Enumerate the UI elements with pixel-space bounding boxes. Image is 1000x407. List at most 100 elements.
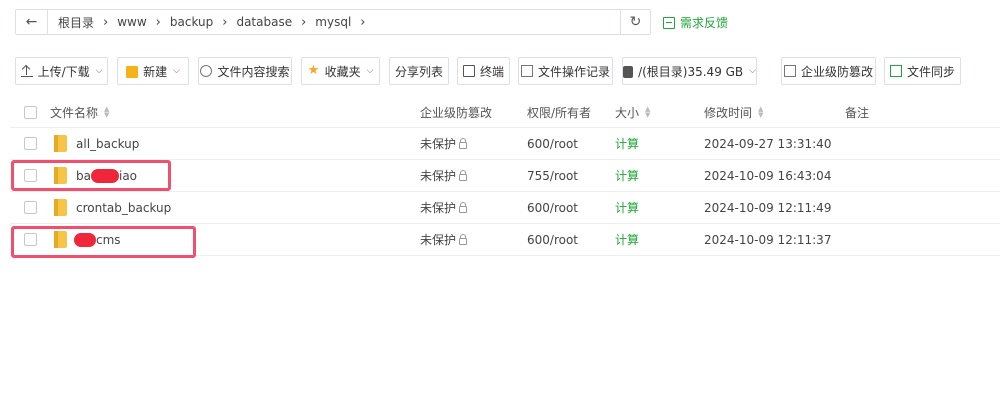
header-tamper: 企业级防篡改 — [420, 97, 492, 127]
folder-plus-icon — [126, 66, 139, 78]
size-calc-label: 计算 — [615, 169, 640, 183]
new-label: 新建 — [143, 64, 168, 79]
tamper-status[interactable]: 未保护 — [420, 224, 468, 255]
address-bar[interactable]: ← 根目录 › www › backup › database › mysql … — [15, 9, 651, 35]
chevron-down-icon: ⌵ — [749, 66, 756, 76]
breadcrumb: 根目录 › www › backup › database › mysql › — [48, 10, 620, 34]
select-all-checkbox[interactable] — [24, 97, 37, 127]
header-modified[interactable]: 修改时间 ▲ ▼ — [704, 97, 763, 127]
table-header: 文件名称 ▲ ▼ 企业级防篡改 权限/所有者 大小 ▲ ▼ 修改时间 ▲ ▼ 备注 — [10, 97, 1000, 128]
header-permission-label: 权限/所有者 — [527, 105, 592, 120]
back-arrow-icon[interactable]: ← — [16, 10, 48, 34]
header-note: 备注 — [845, 97, 869, 127]
breadcrumb-www[interactable]: www — [117, 15, 146, 29]
refresh-icon[interactable]: ↻ — [620, 10, 650, 34]
share-list-button[interactable]: 分享列表 — [389, 57, 449, 85]
terminal-button[interactable]: 终端 — [457, 57, 510, 85]
tamper-protection-button[interactable]: 企业级防篡改 — [781, 57, 876, 85]
star-icon: ★ — [307, 63, 320, 78]
breadcrumb-database[interactable]: database — [236, 15, 292, 29]
terminal-label: 终端 — [479, 64, 504, 79]
permission-label: 600/root — [527, 200, 579, 215]
size-calc-link[interactable]: 计算 — [615, 192, 639, 223]
file-sync-label: 文件同步 — [906, 64, 955, 79]
size-calc-label: 计算 — [615, 233, 640, 247]
header-size[interactable]: 大小 ▲ ▼ — [615, 97, 650, 127]
row-checkbox[interactable] — [24, 192, 37, 223]
edit-icon — [663, 16, 675, 29]
search-icon — [200, 65, 213, 77]
header-name[interactable]: 文件名称 ▲ ▼ — [50, 97, 109, 127]
highlight-box — [11, 226, 196, 258]
tamper-status[interactable]: 未保护 — [420, 160, 468, 191]
chevron-right-icon: › — [222, 14, 228, 30]
feedback-link[interactable]: 需求反馈 — [663, 14, 728, 31]
file-name-label: all_backup — [76, 136, 140, 151]
modified-time-label: 2024-10-09 16:43:04 — [704, 168, 832, 183]
file-name[interactable]: crontab_backup — [54, 192, 171, 223]
sort-icon: ▲ ▼ — [758, 105, 764, 119]
permission-label: 600/root — [527, 136, 579, 151]
tamper-status[interactable]: 未保护 — [420, 192, 468, 223]
sort-icon: ▲ ▼ — [104, 105, 110, 119]
permission[interactable]: 755/root — [527, 160, 578, 191]
upload-icon — [20, 65, 33, 77]
size-calc-link[interactable]: 计算 — [615, 160, 639, 191]
file-name[interactable]: all_backup — [54, 128, 139, 159]
header-size-label: 大小 — [615, 105, 640, 120]
breadcrumb-backup[interactable]: backup — [170, 15, 213, 29]
unlock-icon — [459, 138, 468, 149]
highlight-box — [11, 160, 171, 191]
disk-icon — [623, 66, 634, 78]
favorites-label: 收藏夹 — [324, 64, 361, 79]
size-calc-label: 计算 — [615, 137, 640, 151]
modified-time: 2024-10-09 16:43:04 — [704, 160, 831, 191]
unlock-icon — [459, 202, 468, 213]
modified-time: 2024-10-09 12:11:37 — [704, 224, 831, 255]
disk-label: /(根目录)35.49 GB — [638, 64, 744, 79]
chevron-right-icon: › — [360, 14, 366, 30]
sync-icon — [889, 65, 902, 77]
size-calc-link[interactable]: 计算 — [615, 128, 639, 159]
size-calc-link[interactable]: 计算 — [615, 224, 639, 255]
breadcrumb-root[interactable]: 根目录 — [58, 14, 94, 31]
favorites-button[interactable]: ★ 收藏夹 ⌵ — [301, 57, 380, 85]
permission-label: 600/root — [527, 232, 579, 247]
tamper-status[interactable]: 未保护 — [420, 128, 468, 159]
file-name-label: crontab_backup — [76, 200, 172, 215]
table-row[interactable]: all_backup 未保护 600/root 计算 2024-09-27 13… — [10, 128, 1000, 160]
tamper-status-label: 未保护 — [420, 169, 457, 183]
content-search-button[interactable]: 文件内容搜索 — [198, 57, 292, 85]
row-checkbox[interactable] — [24, 128, 37, 159]
permission-label: 755/root — [527, 168, 579, 183]
permission[interactable]: 600/root — [527, 224, 578, 255]
unlock-icon — [459, 234, 468, 245]
table-row[interactable]: crontab_backup 未保护 600/root 计算 2024-10-0… — [10, 192, 1000, 224]
chevron-right-icon: › — [301, 14, 307, 30]
permission[interactable]: 600/root — [527, 192, 578, 223]
sort-icon: ▲ ▼ — [645, 105, 651, 119]
operation-log-button[interactable]: 文件操作记录 — [518, 57, 613, 85]
folder-icon — [54, 199, 67, 216]
disk-selector-button[interactable]: /(根目录)35.49 GB ⌵ — [622, 57, 757, 85]
permission[interactable]: 600/root — [527, 128, 578, 159]
modified-time: 2024-10-09 12:11:49 — [704, 192, 831, 223]
modified-time: 2024-09-27 13:31:40 — [704, 128, 831, 159]
header-modified-label: 修改时间 — [704, 105, 753, 120]
header-tamper-label: 企业级防篡改 — [420, 105, 493, 120]
upload-label: 上传/下载 — [37, 64, 90, 79]
operation-log-label: 文件操作记录 — [537, 64, 610, 79]
header-permission: 权限/所有者 — [527, 97, 591, 127]
shield-icon — [783, 65, 796, 77]
modified-time-label: 2024-10-09 12:11:49 — [704, 200, 832, 215]
share-list-label: 分享列表 — [394, 64, 443, 79]
tamper-status-label: 未保护 — [420, 233, 457, 247]
chevron-down-icon: ⌵ — [173, 66, 180, 76]
feedback-label: 需求反馈 — [680, 16, 729, 30]
size-calc-label: 计算 — [615, 201, 640, 215]
file-sync-button[interactable]: 文件同步 — [884, 57, 961, 85]
new-button[interactable]: 新建 ⌵ — [117, 57, 189, 85]
unlock-icon — [459, 170, 468, 181]
upload-download-button[interactable]: 上传/下载 ⌵ — [15, 57, 108, 85]
breadcrumb-mysql[interactable]: mysql — [315, 15, 351, 29]
